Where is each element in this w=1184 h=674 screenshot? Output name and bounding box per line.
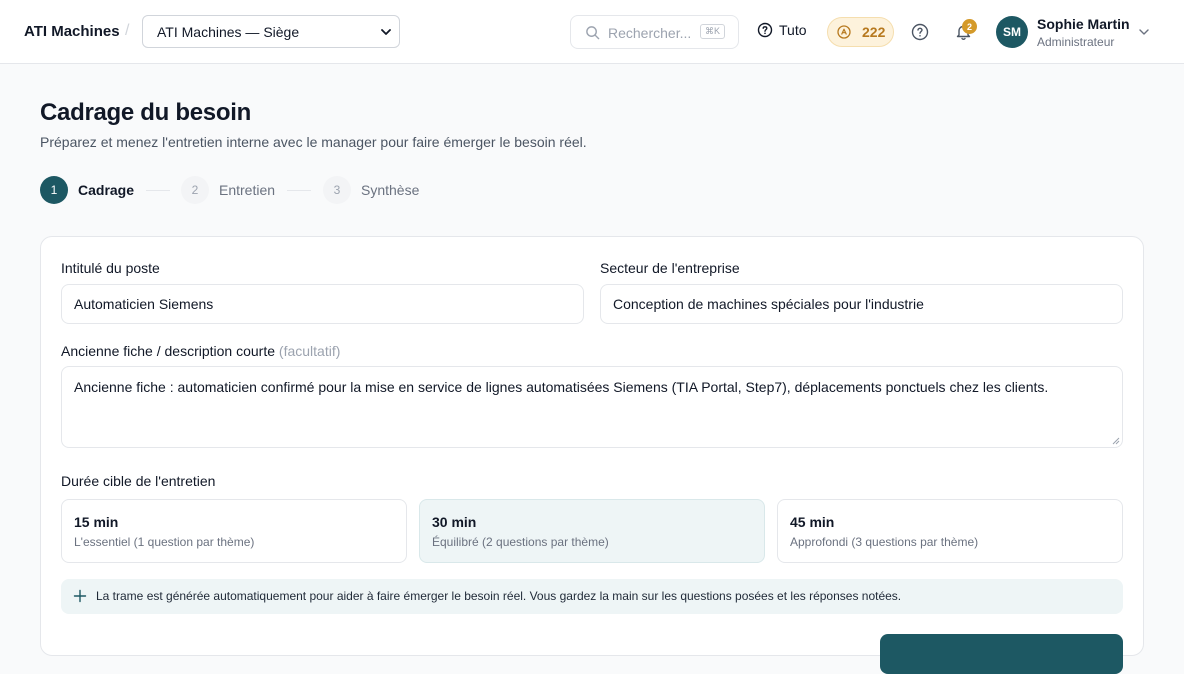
organization-select-value: ATI Machines — Siège <box>157 23 300 40</box>
step-label: Cadrage <box>78 182 135 198</box>
cadrage-form-card: Intitulé du poste Automaticien Siemens S… <box>40 236 1144 674</box>
credits-count: 222 <box>862 24 886 40</box>
duration-option-desc: L'essentiel (1 question par thème) <box>74 535 255 549</box>
old-sheet-textarea[interactable]: Ancienne fiche : automaticien confirmé p… <box>61 366 1123 448</box>
duration-option-desc: Approfondi (3 questions par thème) <box>790 535 979 549</box>
tuto-button[interactable]: Tuto <box>757 22 807 38</box>
old-sheet-label: Ancienne fiche / description courte (fac… <box>61 343 340 359</box>
page-title: Cadrage du besoin <box>40 99 251 126</box>
continue-button[interactable] <box>880 634 1123 674</box>
search-input[interactable]: Rechercher... ⌘K <box>570 15 739 49</box>
duration-option-45[interactable]: 45 min Approfondi (3 questions par thème… <box>777 499 1123 563</box>
credits-badge[interactable]: 222 <box>827 17 894 47</box>
step-connector <box>146 190 170 191</box>
search-icon <box>586 26 600 40</box>
plus-icon <box>73 589 87 603</box>
duration-option-title: 45 min <box>790 514 835 530</box>
top-bar: ATI Machines / ATI Machines — Siège Rech… <box>0 0 1184 64</box>
step-label: Synthèse <box>361 182 420 198</box>
job-title-value: Automaticien Siemens <box>74 296 214 312</box>
help-circle-icon <box>757 22 773 38</box>
duration-option-30[interactable]: 30 min Équilibré (2 questions par thème) <box>419 499 765 563</box>
user-role: Administrateur <box>1037 35 1115 49</box>
step-number: 3 <box>323 176 351 204</box>
info-text: La trame est générée automatiquement pou… <box>96 589 902 603</box>
duration-option-15[interactable]: 15 min L'essentiel (1 question par thème… <box>61 499 407 563</box>
optional-hint: (facultatif) <box>278 343 341 359</box>
chevron-down-icon[interactable] <box>1138 26 1150 38</box>
sector-label: Secteur de l'entreprise <box>600 260 740 276</box>
job-title-label: Intitulé du poste <box>61 260 160 276</box>
duration-option-desc: Équilibré (2 questions par thème) <box>432 535 609 549</box>
organization-select[interactable]: ATI Machines — Siège <box>142 15 400 48</box>
old-sheet-label-text: Ancienne fiche / description courte <box>61 343 276 359</box>
step-number: 2 <box>181 176 209 204</box>
step-synthese[interactable]: 3 Synthèse <box>323 176 419 204</box>
avatar[interactable]: SM <box>996 16 1028 48</box>
info-banner: La trame est générée automatiquement pou… <box>61 579 1123 614</box>
duration-option-title: 15 min <box>74 514 119 530</box>
old-sheet-value: Ancienne fiche : automaticien confirmé p… <box>74 379 1049 395</box>
breadcrumb-separator: / <box>125 22 130 39</box>
brand-name[interactable]: ATI Machines <box>24 23 120 40</box>
notifications-count-badge: 2 <box>962 19 977 34</box>
duration-label: Durée cible de l'entretien <box>61 473 216 489</box>
search-placeholder: Rechercher... <box>608 25 692 41</box>
sector-input[interactable]: Conception de machines spéciales pour l'… <box>600 284 1123 324</box>
duration-option-title: 30 min <box>432 514 477 530</box>
tuto-label: Tuto <box>779 22 807 38</box>
search-shortcut-hint: ⌘K <box>700 24 726 39</box>
step-cadrage[interactable]: 1 Cadrage <box>40 176 134 204</box>
sector-value: Conception de machines spéciales pour l'… <box>613 296 924 312</box>
step-entretien[interactable]: 2 Entretien <box>181 176 275 204</box>
resize-grip-icon[interactable] <box>1112 437 1120 445</box>
step-label: Entretien <box>219 182 276 198</box>
coin-icon <box>837 25 851 39</box>
chevron-down-icon <box>381 29 391 35</box>
step-number: 1 <box>40 176 68 204</box>
job-title-input[interactable]: Automaticien Siemens <box>61 284 584 324</box>
step-connector <box>287 190 311 191</box>
user-name[interactable]: Sophie Martin <box>1037 16 1130 32</box>
help-icon[interactable] <box>911 23 929 41</box>
page-subtitle: Préparez et menez l'entretien interne av… <box>40 134 587 150</box>
